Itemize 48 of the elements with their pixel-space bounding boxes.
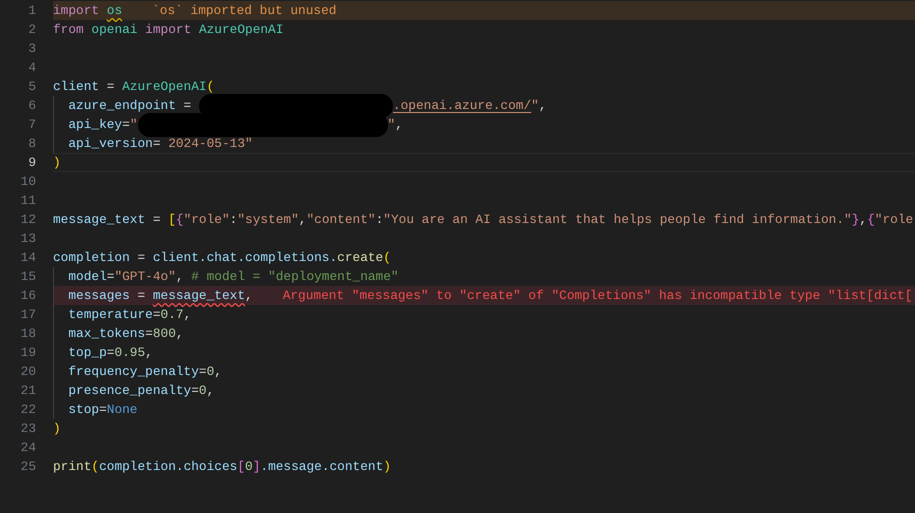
line-number: 13 [20, 230, 37, 248]
line-number: 19 [20, 344, 37, 362]
line-number: 1 [27, 2, 37, 20]
line-number: 23 [20, 420, 37, 438]
line-number: 8 [27, 135, 37, 153]
code-text: stop=None [67, 401, 138, 419]
code-text: api_version= 2024-05-13" [67, 135, 253, 153]
code-text: ) [53, 420, 61, 438]
line-number: 21 [20, 382, 37, 400]
line-number: 4 [27, 59, 37, 77]
code-text: message_text = [{"role":"system","content":"You are an AI assistant that helps people find information."},{"role [53, 211, 914, 229]
line-number: 22 [20, 401, 37, 419]
line-number: 24 [20, 439, 37, 457]
line-number: 2 [27, 21, 37, 39]
code-text: ) [53, 154, 61, 172]
code-text: model="GPT-4o", # model = "deployment_name" [67, 268, 399, 286]
line-number: 7 [27, 116, 37, 134]
line-number: 5 [27, 78, 37, 96]
line-number: 14 [20, 249, 37, 267]
line-number: 10 [20, 173, 37, 191]
code-text: azure_endpoint = [67, 97, 192, 115]
line-number: 12 [20, 211, 37, 229]
code-text: print(completion.choices[0].message.content) [53, 458, 391, 476]
line-number: 3 [27, 40, 37, 58]
code-text: max_tokens=800, [67, 325, 184, 343]
line-number: 15 [20, 268, 37, 286]
line-number: 25 [20, 458, 37, 476]
code-text: from openai import AzureOpenAI [53, 21, 284, 39]
line-number: 11 [20, 192, 37, 210]
code-text: ", [388, 116, 403, 134]
code-text: presence_penalty=0, [67, 382, 214, 400]
code-text: temperature=0.7, [67, 306, 192, 324]
diagnostic-message: `os` imported but unused [152, 2, 336, 20]
line-number: 16 [20, 287, 37, 305]
code-text: import os [53, 2, 122, 20]
line-number: 9 [27, 154, 37, 172]
code-text: frequency_penalty=0, [67, 363, 222, 381]
code-text: completion = client.chat.completions.create( [53, 249, 391, 267]
code-text: client = AzureOpenAI( [53, 78, 214, 96]
line-number: 18 [20, 325, 37, 343]
diagnostic-message: Argument "messages" to "create" of "Completions" has incompatible type "list[dict[ [282, 287, 912, 305]
code-text: .openai.azure.com/", [392, 97, 547, 115]
code-text: messages = message_text, [67, 287, 253, 305]
code-text: top_p=0.95, [67, 344, 153, 362]
line-number: 17 [20, 306, 37, 324]
line-number: 20 [20, 363, 37, 381]
code-text: api_key=" [67, 116, 138, 134]
line-number: 6 [27, 97, 37, 115]
